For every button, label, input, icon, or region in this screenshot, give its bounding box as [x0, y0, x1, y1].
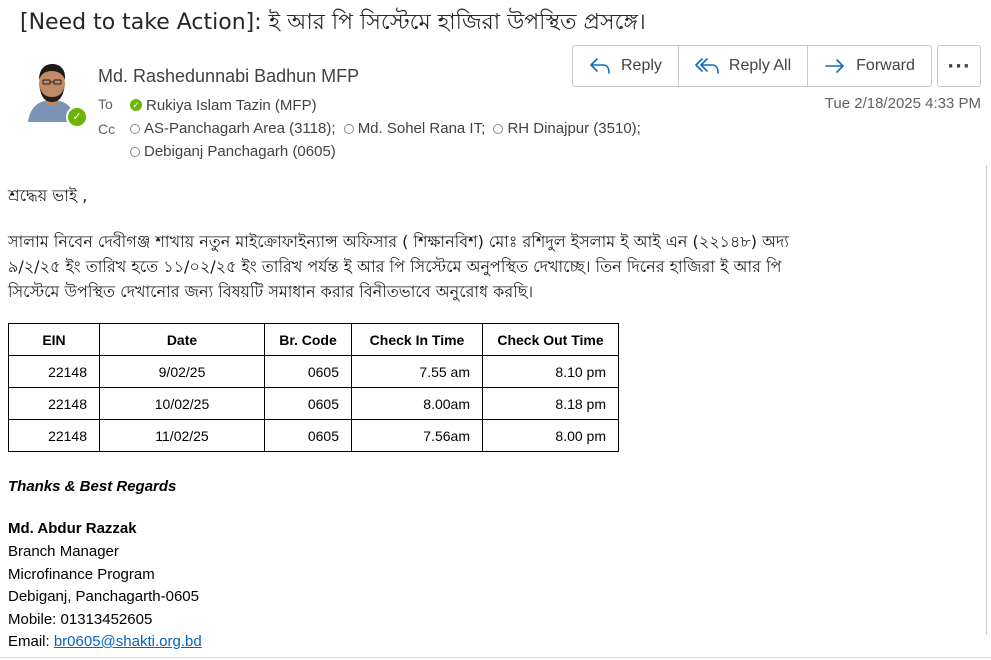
- forward-label: Forward: [856, 57, 915, 74]
- cc-recipient[interactable]: AS-Panchagarh Area (3118);: [130, 120, 336, 137]
- reply-label: Reply: [621, 57, 662, 74]
- table-row: 22148 10/02/25 0605 8.00am 8.18 pm: [8, 387, 619, 420]
- table-cell: 11/02/25: [99, 419, 265, 452]
- column-header: Check Out Time: [482, 323, 619, 356]
- signature-email-link[interactable]: br0605@shakti.org.bd: [54, 633, 202, 650]
- table-cell: 7.55 am: [351, 355, 483, 388]
- forward-icon: [825, 59, 844, 73]
- reply-icon: [590, 58, 610, 74]
- signature-email-line: Email: br0605@shakti.org.bd: [8, 633, 202, 650]
- signature-address: Debiganj, Panchagarth-0605: [8, 588, 199, 605]
- cc-recipients-line-2: Debiganj Panchagarh (0605): [130, 143, 340, 161]
- body-line: সিস্টেমে উপস্থিত দেখানোর জন্য বিষয়টি সম…: [8, 282, 534, 301]
- table-cell: 22148: [8, 355, 100, 388]
- email-subject: [Need to take Action]: ই আর পি সিস্টেমে …: [20, 10, 646, 35]
- body-line: ৯/২/২৫ ইং তারিখ হতে ১১/০২/২৫ ইং তারিখ পর…: [8, 257, 782, 276]
- table-cell: 7.56am: [351, 419, 483, 452]
- sent-date: Tue 2/18/2025 4:33 PM: [824, 95, 981, 112]
- column-header: Check In Time: [351, 323, 483, 356]
- table-cell: 8.00 pm: [482, 419, 619, 452]
- recipient-name: RH Dinajpur (3510);: [507, 120, 641, 137]
- presence-unknown-icon: [343, 123, 354, 134]
- signature-mobile: Mobile: 01313452605: [8, 611, 153, 628]
- attendance-table: EIN Date Br. Code Check In Time Check Ou…: [8, 323, 619, 452]
- table-cell: 10/02/25: [99, 387, 265, 420]
- scrollbar[interactable]: [986, 165, 991, 635]
- to-label: To: [98, 96, 113, 112]
- presence-unknown-icon: [130, 123, 140, 134]
- reply-all-button[interactable]: Reply All: [679, 46, 809, 86]
- reply-button[interactable]: Reply: [573, 46, 679, 86]
- cc-label: Cc: [98, 121, 116, 137]
- table-cell: 0605: [264, 387, 352, 420]
- to-recipients: ✓ Rukiya Islam Tazin (MFP): [130, 95, 321, 114]
- greeting: শ্রদ্ধেয় ভাই ,: [8, 186, 88, 205]
- presence-unknown-icon: [493, 123, 504, 134]
- more-icon: ···: [947, 55, 971, 77]
- signature-program: Microfinance Program: [8, 566, 155, 583]
- cc-recipient[interactable]: Debiganj Panchagarh (0605): [130, 143, 336, 160]
- signature-name: Md. Abdur Razzak: [8, 520, 137, 537]
- table-cell: 0605: [264, 355, 352, 388]
- recipient-name: Md. Sohel Rana IT;: [357, 120, 486, 137]
- table-header-row: EIN Date Br. Code Check In Time Check Ou…: [8, 323, 619, 356]
- message-actions: Reply Reply All Forward: [572, 45, 932, 87]
- forward-button[interactable]: Forward: [808, 46, 931, 86]
- reply-all-icon: [695, 58, 719, 74]
- signature-email-label: Email:: [8, 633, 54, 650]
- reply-all-label: Reply All: [728, 57, 792, 74]
- column-header: EIN: [8, 323, 100, 356]
- recipient-name: Debiganj Panchagarh (0605): [144, 143, 336, 160]
- recipient-name: Rukiya Islam Tazin (MFP): [146, 96, 317, 114]
- to-recipient[interactable]: ✓ Rukiya Islam Tazin (MFP): [130, 97, 317, 114]
- pane-bottom-divider: [0, 657, 991, 658]
- more-actions-button[interactable]: ···: [937, 45, 981, 87]
- table-cell: 0605: [264, 419, 352, 452]
- table-cell: 9/02/25: [99, 355, 265, 388]
- body-line: সালাম নিবেন দেবীগঞ্জ শাখায় নতুন মাইক্রো…: [8, 232, 789, 251]
- table-cell: 8.00am: [351, 387, 483, 420]
- table-row: 22148 11/02/25 0605 7.56am 8.00 pm: [8, 419, 619, 452]
- column-header: Date: [99, 323, 265, 356]
- table-cell: 22148: [8, 419, 100, 452]
- presence-unknown-icon: [130, 146, 140, 157]
- table-row: 22148 9/02/25 0605 7.55 am 8.10 pm: [8, 355, 619, 388]
- cc-recipients-line-1: AS-Panchagarh Area (3118); Md. Sohel Ran…: [130, 120, 645, 138]
- column-header: Br. Code: [264, 323, 352, 356]
- presence-available-icon: ✓: [130, 99, 142, 111]
- table-cell: 8.18 pm: [482, 387, 619, 420]
- signature-thanks: Thanks & Best Regards: [8, 478, 177, 495]
- cc-recipient[interactable]: Md. Sohel Rana IT;: [343, 120, 486, 137]
- presence-available-icon: ✓: [66, 106, 88, 128]
- table-cell: 8.10 pm: [482, 355, 619, 388]
- table-cell: 22148: [8, 387, 100, 420]
- signature-title: Branch Manager: [8, 543, 119, 560]
- recipient-name: AS-Panchagarh Area (3118);: [144, 120, 336, 137]
- sender-name[interactable]: Md. Rashedunnabi Badhun MFP: [98, 66, 359, 87]
- cc-recipient[interactable]: RH Dinajpur (3510);: [493, 120, 641, 137]
